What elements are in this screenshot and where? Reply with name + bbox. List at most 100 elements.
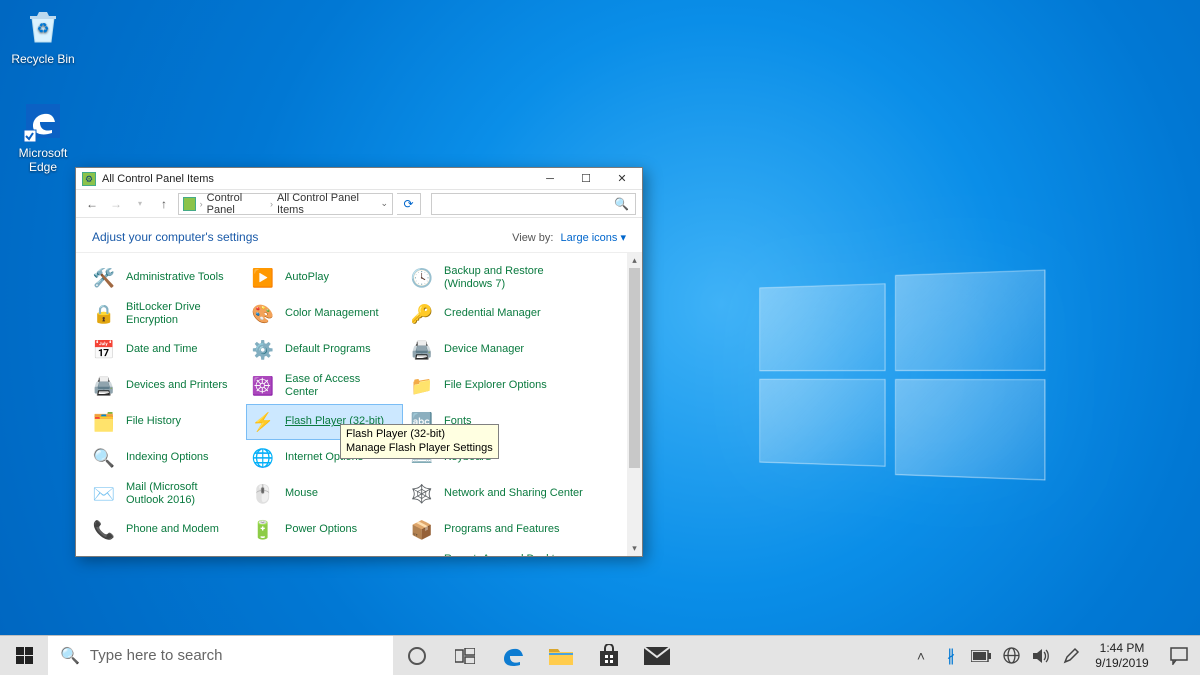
control-panel-item[interactable]: 🌍Region (247, 549, 402, 556)
notification-icon (1170, 647, 1188, 665)
control-panel-item-icon: 🖨️ (408, 336, 436, 364)
control-panel-item[interactable]: 🔗 RemoteApp and Desktop Connections (406, 549, 596, 556)
control-panel-item-label: Ease of Access Center (285, 373, 396, 399)
control-panel-item-icon: 🕓 (408, 264, 436, 292)
windows-logo-icon (16, 647, 33, 664)
control-panel-icon (183, 197, 196, 211)
tray-network[interactable] (996, 636, 1026, 675)
taskbar: 🔍 Type here to search ˄ ∦ 1:44 PM 9/1 (0, 635, 1200, 675)
control-panel-item[interactable]: ✉️Mail (Microsoft Outlook 2016) (88, 477, 243, 511)
window-title: All Control Panel Items (102, 173, 532, 185)
cortana-icon (408, 647, 426, 665)
tray-pen[interactable] (1056, 636, 1086, 675)
control-panel-item[interactable]: 🛠️Administrative Tools (88, 261, 243, 295)
control-panel-item[interactable]: 🖨️ Device Manager (406, 333, 596, 367)
control-panel-item-icon: 📦 (408, 516, 436, 544)
control-panel-item-label: Device Manager (444, 343, 524, 356)
start-button[interactable] (0, 636, 48, 675)
control-panel-item[interactable]: 📦 Programs and Features (406, 513, 596, 547)
clock-time: 1:44 PM (1086, 641, 1158, 656)
control-panel-item[interactable]: 📁File Explorer Options (406, 369, 596, 403)
control-panel-item[interactable]: ⚙️Default Programs (247, 333, 402, 367)
control-panel-item-label: Default Programs (285, 343, 371, 356)
control-panel-item-icon: ▶️ (249, 264, 277, 292)
action-center-button[interactable] (1158, 636, 1200, 675)
control-panel-item-icon: 🕸️ (408, 480, 436, 508)
nav-forward-button[interactable]: → (106, 194, 126, 214)
taskbar-app-edge[interactable] (489, 636, 537, 675)
desktop-icon-edge[interactable]: Microsoft Edge (6, 100, 80, 174)
control-panel-item-label: Mail (Microsoft Outlook 2016) (126, 481, 237, 507)
control-panel-item[interactable]: 🗂️File History (88, 405, 243, 439)
control-panel-item[interactable]: 📞Phone and Modem (88, 513, 243, 547)
control-panel-item-icon: 📅 (90, 336, 118, 364)
chevron-right-icon: › (270, 199, 273, 209)
taskbar-clock[interactable]: 1:44 PM 9/19/2019 (1086, 641, 1158, 671)
titlebar[interactable]: ⚙ All Control Panel Items ─ ☐ ✕ (76, 168, 642, 190)
breadcrumb-current[interactable]: All Control Panel Items (277, 192, 377, 216)
control-panel-item[interactable]: 🕓 Backup and Restore (Windows 7) (406, 261, 596, 295)
folder-icon (548, 645, 574, 667)
control-panel-item[interactable]: 🕸️Network and Sharing Center (406, 477, 596, 511)
control-panel-item-label: File Explorer Options (444, 379, 547, 392)
control-panel-item-icon: 🖱️ (249, 480, 277, 508)
control-panel-item[interactable]: 💽Recovery (88, 549, 243, 556)
control-panel-item-icon: 🔑 (408, 300, 436, 328)
task-view-icon (455, 648, 475, 664)
control-panel-search[interactable]: 🔍 (431, 193, 636, 215)
control-panel-item-label: RemoteApp and Desktop Connections (444, 553, 590, 556)
control-panel-item-label: BitLocker Drive Encryption (126, 301, 237, 327)
cortana-button[interactable] (393, 636, 441, 675)
tray-battery[interactable] (966, 636, 996, 675)
refresh-button[interactable]: ⟳ (397, 193, 421, 215)
maximize-button[interactable]: ☐ (568, 168, 604, 190)
nav-back-button[interactable]: ← (82, 194, 102, 214)
control-panel-item[interactable]: 🔋Power Options (247, 513, 402, 547)
close-button[interactable]: ✕ (604, 168, 640, 190)
control-panel-item[interactable]: 🔑Credential Manager (406, 297, 596, 331)
taskbar-search[interactable]: 🔍 Type here to search (48, 636, 393, 675)
nav-recent-dropdown[interactable]: ▾ (130, 194, 150, 214)
bluetooth-icon: ∦ (947, 646, 955, 666)
scroll-down-icon[interactable]: ▾ (627, 541, 642, 556)
scrollbar[interactable]: ▴ ▾ (627, 253, 642, 556)
system-tray: ˄ ∦ 1:44 PM 9/19/2019 (906, 636, 1200, 675)
scroll-up-icon[interactable]: ▴ (627, 253, 642, 268)
taskbar-app-mail[interactable] (633, 636, 681, 675)
control-panel-item-icon: 🔗 (408, 552, 436, 556)
control-panel-item[interactable]: 📅Date and Time (88, 333, 243, 367)
nav-up-button[interactable]: ↑ (154, 194, 174, 214)
control-panel-item[interactable]: 🔍Indexing Options (88, 441, 243, 475)
control-panel-item[interactable]: ▶️AutoPlay (247, 261, 402, 295)
control-panel-item[interactable]: 🖨️Devices and Printers (88, 369, 243, 403)
chevron-down-icon[interactable]: ⌄ (380, 198, 388, 209)
control-panel-item-icon: 💽 (90, 552, 118, 556)
control-panel-item[interactable]: ☸️Ease of Access Center (247, 369, 402, 403)
breadcrumb-root[interactable]: Control Panel (207, 192, 266, 216)
control-panel-item-label: Devices and Printers (126, 379, 228, 392)
tray-bluetooth[interactable]: ∦ (936, 636, 966, 675)
minimize-button[interactable]: ─ (532, 168, 568, 190)
search-placeholder: Type here to search (90, 647, 223, 664)
search-icon: 🔍 (60, 646, 80, 666)
task-view-button[interactable] (441, 636, 489, 675)
edge-icon (500, 643, 526, 669)
tooltip-title: Flash Player (32-bit) (346, 427, 493, 441)
control-panel-item[interactable]: 🎨Color Management (247, 297, 402, 331)
desktop-icon-recycle-bin[interactable]: ♻ Recycle Bin (6, 6, 80, 66)
tray-volume[interactable] (1026, 636, 1056, 675)
control-panel-item-label: Programs and Features (444, 523, 560, 536)
subheader: Adjust your computer's settings View by:… (76, 218, 642, 253)
control-panel-item-label: Backup and Restore (Windows 7) (444, 265, 590, 291)
taskbar-app-explorer[interactable] (537, 636, 585, 675)
clock-date: 9/19/2019 (1086, 656, 1158, 671)
control-panel-item-label: File History (126, 415, 181, 428)
scroll-thumb[interactable] (629, 268, 640, 468)
control-panel-item[interactable]: 🖱️Mouse (247, 477, 402, 511)
control-panel-item-icon: 🔒 (90, 300, 118, 328)
tray-overflow-button[interactable]: ˄ (906, 636, 936, 675)
viewby-dropdown[interactable]: Large icons ▾ (561, 232, 626, 244)
address-bar[interactable]: › Control Panel › All Control Panel Item… (178, 193, 393, 215)
control-panel-item[interactable]: 🔒 BitLocker Drive Encryption (88, 297, 243, 331)
taskbar-app-store[interactable] (585, 636, 633, 675)
